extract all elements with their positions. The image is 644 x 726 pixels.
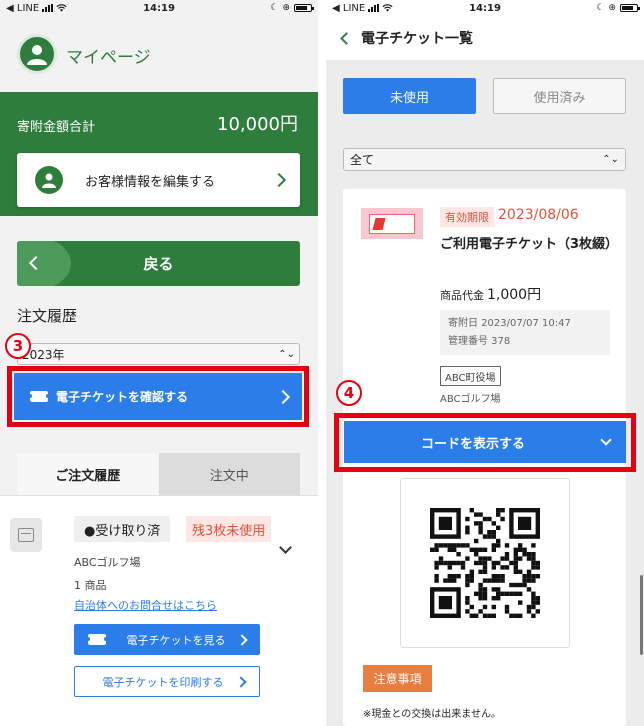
chevron-right-icon [275, 389, 291, 404]
order-card: ●受け取り済 残3枚未使用 ABCゴルフ場 1 商品 自治体へのお問合せはこちら… [0, 495, 318, 726]
ticket-name: ご利用電子チケット（3枚綴） [440, 237, 619, 252]
order-quantity: 1 商品 [74, 579, 107, 592]
ticket-thumbnail [361, 208, 423, 239]
step-badge-3: 3 [5, 333, 31, 359]
filter-select-value: 全て [350, 153, 375, 167]
chevron-down-icon[interactable] [279, 541, 292, 554]
select-arrows-icon: ⌃⌄ [278, 348, 295, 360]
scrollbar[interactable] [640, 575, 643, 655]
price-row: 商品代金 1,000円 [440, 284, 541, 304]
remaining-tickets-badge: 残3枚未使用 [186, 516, 272, 542]
user-avatar-icon [17, 34, 57, 74]
select-arrows-icon: ⌃⌄ [602, 154, 619, 165]
tab-order-history[interactable]: ご注文履歴 [17, 453, 159, 495]
ticket-detail-box: 寄附日 2023/07/07 10:47 管理番号 378 [440, 310, 610, 355]
segment-used[interactable]: 使用済み [493, 78, 626, 114]
qr-code [400, 478, 570, 648]
year-select[interactable]: 2023年 ⌃⌄ [17, 343, 300, 365]
user-icon [35, 166, 63, 194]
notice-text: ※現金との交換は出来ません。 [363, 709, 501, 720]
screen-divider [318, 0, 326, 726]
segment-unused[interactable]: 未使用 [343, 78, 476, 114]
check-e-ticket-label: 電子チケットを確認する [56, 390, 189, 404]
nav-bar: 電子チケット一覧 [326, 16, 644, 60]
mypage-header: マイページ [0, 16, 318, 92]
qr-code-icon [430, 508, 540, 618]
edit-customer-info-button[interactable]: お客様情報を編集する [17, 153, 300, 207]
price-label: 商品代金 [440, 289, 484, 302]
ticket-icon [28, 391, 50, 402]
view-e-ticket-button[interactable]: 電子チケットを見る [74, 624, 260, 655]
back-button-label: 戻る [143, 255, 174, 273]
donation-total-label: 寄附金額合計 [17, 120, 96, 135]
status-bar: ◀ LINE 14:19 ☾ ⊕ [0, 0, 318, 16]
page-title: マイページ [66, 48, 151, 68]
ticket-icon [86, 634, 108, 645]
status-bar: ◀ LINE 14:19 ☾ ⊕ [326, 0, 644, 16]
tab-in-progress[interactable]: 注文中 [158, 453, 300, 495]
municipality-contact-link[interactable]: 自治体へのお問合せはこちら [74, 597, 217, 613]
order-place: ABCゴルフ場 [74, 556, 141, 569]
right-screen: ◀ LINE 14:19 ☾ ⊕ 電子チケット一覧 未使用 使用済み 全て ⌃⌄… [326, 0, 644, 726]
battery-icon [294, 4, 314, 12]
donation-total-value: 10,000円 [217, 114, 298, 135]
donation-date: 寄附日 2023/07/07 10:47 [448, 318, 571, 329]
package-icon [10, 518, 42, 552]
expiry-label: 有効期限 [440, 207, 494, 227]
show-code-button[interactable]: コードを表示する [344, 421, 626, 463]
order-tabs: ご注文履歴 注文中 [17, 453, 300, 495]
step-badge-4: 4 [336, 380, 362, 406]
back-button[interactable]: 戻る [17, 241, 300, 286]
check-e-ticket-button[interactable]: 電子チケットを確認する [14, 373, 302, 420]
clock: 14:19 [143, 2, 175, 14]
ticket-filter-select[interactable]: 全て ⌃⌄ [343, 148, 626, 171]
order-status-badge: ●受け取り済 [74, 516, 171, 542]
price-value: 1,000円 [487, 287, 542, 303]
left-screen: ◀ LINE 14:19 ☾ ⊕ マイページ 寄附金額合計 10,000円 お客… [0, 0, 318, 726]
chevron-right-icon [271, 172, 287, 188]
municipality-tag: ABC町役場 [440, 366, 501, 386]
battery-icon [620, 4, 640, 12]
print-e-ticket-button[interactable]: 電子チケットを印刷する [74, 666, 260, 697]
expiry-date: 2023/08/06 [498, 207, 579, 223]
management-number: 管理番号 378 [448, 336, 511, 347]
back-chevron-icon[interactable] [340, 31, 353, 45]
page-title: 電子チケット一覧 [361, 31, 473, 47]
clock: 14:19 [469, 2, 501, 14]
order-history-heading: 注文履歴 [17, 307, 78, 325]
show-code-label: コードを表示する [420, 436, 525, 452]
golf-course-name: ABCゴルフ場 [440, 394, 501, 405]
print-e-ticket-label: 電子チケットを印刷する [102, 675, 224, 689]
chevron-right-icon [235, 675, 247, 688]
chevron-right-icon [236, 633, 248, 646]
chevron-down-icon [600, 434, 612, 446]
notice-label: 注意事項 [363, 665, 432, 692]
view-e-ticket-label: 電子チケットを見る [126, 633, 226, 647]
edit-customer-info-label: お客様情報を編集する [85, 174, 216, 190]
ticket-status-segment: 未使用 使用済み [326, 60, 644, 130]
